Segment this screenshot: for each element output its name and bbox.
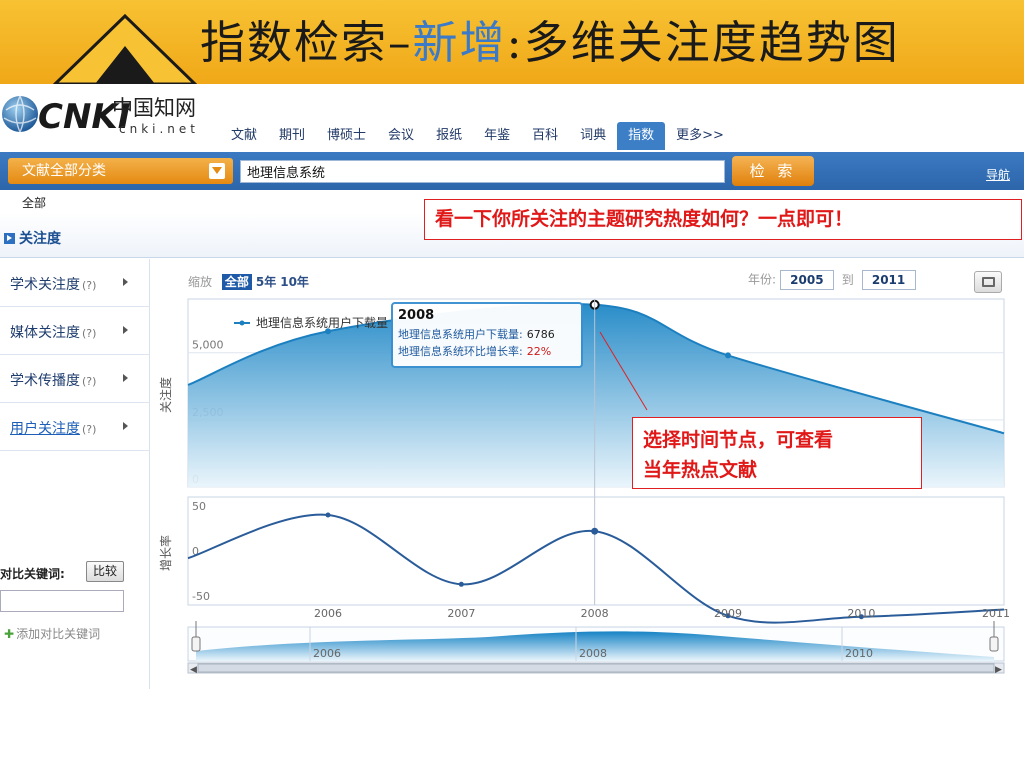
- callout-node: 选择时间节点，可查看 当年热点文献: [632, 417, 922, 489]
- callout-top: 看一下你所关注的主题研究热度如何？一点即可！: [424, 199, 1022, 240]
- tooltip-line2-value: 22%: [527, 345, 551, 358]
- compare-label: 对比关键词:: [0, 567, 65, 581]
- help-icon[interactable]: (?): [82, 279, 96, 292]
- growth-point: [591, 527, 599, 535]
- x-tick-label: 2008: [581, 607, 609, 620]
- callout-node-line2: 当年热点文献: [643, 459, 758, 481]
- nav-tab[interactable]: 年鉴: [473, 122, 521, 150]
- sidebar-item-label: 用户关注度: [10, 421, 80, 437]
- sidebar-item[interactable]: 媒体关注度 (?): [0, 307, 150, 355]
- x-tick-label: 2006: [314, 607, 342, 620]
- nav-tab[interactable]: 博硕士: [316, 122, 377, 150]
- sidebar-item-label: 学术关注度: [10, 277, 80, 293]
- navigator-tick-label: 2010: [845, 647, 873, 660]
- category-dropdown[interactable]: 文献全部分类: [8, 158, 233, 184]
- tooltip-line2-label: 地理信息系统环比增长率:: [398, 344, 523, 358]
- add-compare-keyword-link[interactable]: ✚ 添加对比关键词: [4, 625, 100, 642]
- growth-point: [325, 512, 331, 518]
- slide-title: 指数检索–新增:多维关注度趋势图: [200, 16, 900, 69]
- search-input[interactable]: [240, 160, 725, 183]
- plus-icon: ✚: [4, 627, 15, 641]
- nav-tab[interactable]: 更多>>: [665, 122, 735, 150]
- growth-ylabel: 增长率: [158, 535, 173, 571]
- sidebar-item[interactable]: 用户关注度 (?): [0, 403, 150, 451]
- tooltip-line1: 地理信息系统用户下载量: 6786: [398, 327, 555, 341]
- tooltip-line1-value: 6786: [527, 328, 555, 341]
- navigator-handle: [989, 636, 999, 652]
- site-header: CNKI 中国知网 cnki.net 文献 期刊 博硕士 会议 报纸 年鉴 百科 词典 指数 更多…: [0, 84, 1024, 152]
- main-ylabel: 关注度: [158, 377, 173, 413]
- chevron-right-icon: [123, 326, 128, 334]
- chevron-down-icon: [209, 163, 225, 179]
- x-tick-label: 2009: [714, 607, 742, 620]
- tooltip-line2: 地理信息系统环比增长率: 22%: [398, 344, 551, 358]
- nav-tab[interactable]: 百科: [521, 122, 569, 150]
- tooltip-year: 2008: [398, 308, 434, 323]
- logo-domain: cnki.net: [119, 122, 199, 136]
- scroll-left-icon: ◀: [190, 665, 197, 675]
- slide-title-banner: 指数检索–新增:多维关注度趋势图: [0, 0, 1024, 84]
- download-point: [725, 352, 731, 359]
- help-icon[interactable]: (?): [82, 327, 96, 340]
- scroll-right-icon: ▶: [995, 665, 1002, 675]
- growth-plot-frame: [187, 496, 1005, 606]
- navigator-handle: [191, 636, 201, 652]
- guide-link[interactable]: 导航: [986, 166, 1010, 183]
- sidebar-item[interactable]: 学术传播度 (?): [0, 355, 150, 403]
- navigator-tick-label: 2008: [579, 647, 607, 660]
- chevron-right-icon: [123, 374, 128, 382]
- help-icon[interactable]: (?): [82, 423, 96, 436]
- warning-triangle-icon: [52, 13, 198, 84]
- section-title[interactable]: 关注度: [4, 228, 61, 248]
- nav-tab[interactable]: 会议: [377, 122, 425, 150]
- legend-label: 地理信息系统用户下载量: [256, 315, 388, 330]
- nav-tab[interactable]: 期刊: [268, 122, 316, 150]
- search-bar: 文献全部分类 检 索 导航: [0, 152, 1024, 190]
- x-tick-label: 2010: [847, 607, 875, 620]
- nav-tab[interactable]: 词典: [569, 122, 617, 150]
- category-label: 文献全部分类: [22, 163, 106, 179]
- chart-tooltip: 2008 地理信息系统用户下载量: 6786 地理信息系统环比增长率: 22%: [391, 302, 583, 368]
- cnki-logo[interactable]: CNKI 中国知网 cnki.net: [0, 88, 215, 144]
- search-button[interactable]: 检 索: [732, 156, 814, 186]
- help-icon[interactable]: (?): [82, 375, 96, 388]
- compare-button[interactable]: 比较: [86, 561, 124, 582]
- x-tick-label: 2007: [447, 607, 475, 620]
- navigator-chart: 2006 2008 2010 ◀ ▶: [187, 621, 1005, 675]
- growth-ytick-label: -50: [192, 590, 210, 603]
- sidebar-item-label: 媒体关注度: [10, 325, 80, 341]
- logo-cn-name: 中国知网: [112, 96, 196, 120]
- main-ytick-label: 5,000: [192, 339, 224, 352]
- growth-point: [458, 581, 464, 587]
- chevron-right-icon: [123, 278, 128, 286]
- nav-tab[interactable]: 指数: [617, 122, 666, 150]
- callout-node-line1: 选择时间节点，可查看: [643, 429, 834, 451]
- breadcrumb-all[interactable]: 全部: [22, 194, 46, 211]
- navigator-tick-label: 2006: [313, 647, 341, 660]
- sidebar-item-label: 学术传播度: [10, 373, 80, 389]
- main-nav: 文献 期刊 博硕士 会议 报纸 年鉴 百科 词典 指数 更多>>: [220, 122, 735, 150]
- x-tick-label: 2011: [982, 607, 1010, 620]
- legend-marker-dot: [239, 320, 245, 326]
- growth-line-chart: -50050增长率2006 2007 2008 2009 2010 2011: [158, 496, 1010, 624]
- tooltip-line1-label: 地理信息系统用户下载量:: [398, 327, 523, 341]
- chevron-right-icon: [123, 422, 128, 430]
- sidebar-item[interactable]: 学术关注度 (?): [0, 259, 150, 307]
- nav-tab[interactable]: 文献: [220, 122, 268, 150]
- navigator-scroll-thumb: [197, 663, 995, 673]
- nav-tab[interactable]: 报纸: [425, 122, 473, 150]
- expand-arrow-icon: [4, 233, 15, 244]
- compare-keyword-input[interactable]: [0, 590, 124, 612]
- growth-ytick-label: 50: [192, 500, 206, 513]
